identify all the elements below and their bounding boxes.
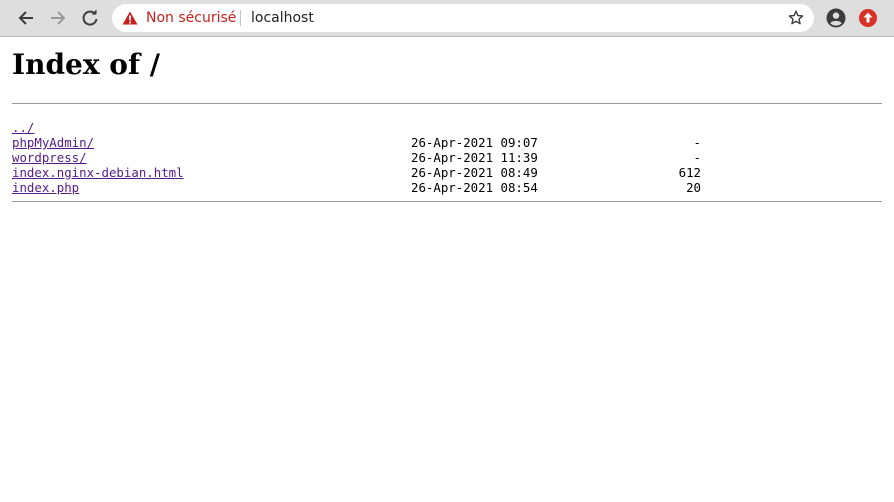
file-size: - bbox=[693, 150, 701, 165]
file-date: 26-Apr-2021 08:54 bbox=[411, 180, 538, 195]
forward-button[interactable] bbox=[46, 6, 70, 30]
list-item-parent: ../ bbox=[12, 120, 882, 135]
file-link[interactable]: index.php bbox=[12, 180, 79, 195]
list-item: index.php 26-Apr-2021 08:54 20 bbox=[12, 180, 882, 195]
warning-icon[interactable] bbox=[122, 11, 138, 25]
file-size: 612 bbox=[678, 165, 701, 180]
file-size: 20 bbox=[686, 180, 701, 195]
file-date: 26-Apr-2021 09:07 bbox=[411, 135, 538, 150]
divider-top bbox=[12, 103, 882, 104]
back-button[interactable] bbox=[14, 6, 38, 30]
omnibox-divider bbox=[240, 10, 241, 26]
divider-bottom bbox=[12, 201, 882, 202]
file-link[interactable]: phpMyAdmin/ bbox=[12, 135, 94, 150]
directory-listing-page: Index of / ../phpMyAdmin/26-Apr-2021 09:… bbox=[12, 38, 882, 202]
file-link[interactable]: wordpress/ bbox=[12, 150, 87, 165]
reload-button[interactable] bbox=[78, 6, 102, 30]
arrow-left-icon bbox=[18, 11, 33, 25]
arrow-right-icon bbox=[51, 11, 66, 25]
list-item: index.nginx-debian.html 26-Apr-2021 08:49… bbox=[12, 165, 882, 180]
account-icon[interactable] bbox=[826, 8, 846, 28]
list-item: phpMyAdmin/26-Apr-2021 09:07 - bbox=[12, 135, 882, 150]
reload-icon bbox=[82, 9, 98, 26]
file-link[interactable]: index.nginx-debian.html bbox=[12, 165, 184, 180]
update-icon[interactable] bbox=[858, 8, 878, 28]
page-title: Index of / bbox=[12, 48, 160, 81]
security-label[interactable]: Non sécurisé bbox=[146, 9, 236, 27]
file-date: 26-Apr-2021 08:49 bbox=[411, 165, 538, 180]
file-size: - bbox=[693, 135, 701, 150]
browser-toolbar: Non sécurisé localhost bbox=[0, 0, 894, 37]
url-text[interactable]: localhost bbox=[251, 9, 314, 27]
star-icon[interactable] bbox=[788, 10, 804, 26]
file-date: 26-Apr-2021 11:39 bbox=[411, 150, 538, 165]
list-item: wordpress/26-Apr-2021 11:39 - bbox=[12, 150, 882, 165]
file-listing: ../phpMyAdmin/26-Apr-2021 09:07- wordpres… bbox=[12, 120, 882, 195]
parent-directory-link[interactable]: ../ bbox=[12, 120, 34, 135]
address-bar[interactable]: Non sécurisé localhost bbox=[112, 4, 814, 32]
